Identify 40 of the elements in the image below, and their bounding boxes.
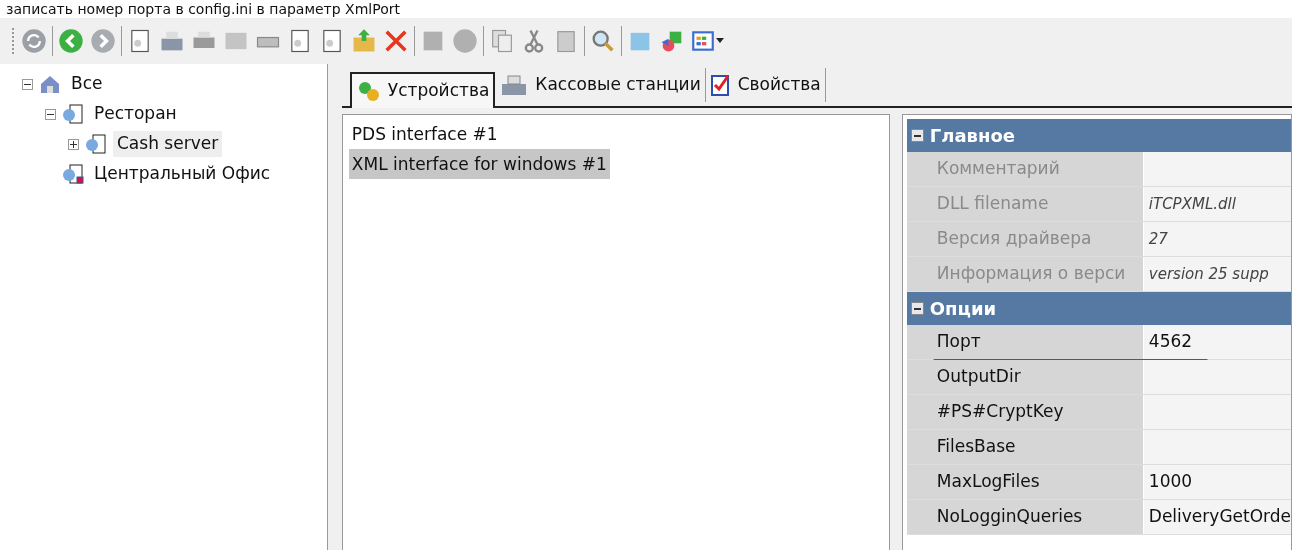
node-icon xyxy=(83,132,109,156)
tree-item[interactable]: Центральный Офис xyxy=(90,161,275,187)
category-title: Опции xyxy=(929,297,997,321)
back-icon[interactable] xyxy=(57,27,85,55)
tab[interactable]: Устройства xyxy=(349,72,496,108)
property-value[interactable]: DeliveryGetOrde xyxy=(1143,500,1291,534)
property-name: FilesBase xyxy=(906,430,1144,464)
checklist-icon xyxy=(709,73,732,97)
collapse-toggle[interactable] xyxy=(910,129,924,142)
category-title: Главное xyxy=(929,124,1015,148)
tree-item[interactable]: Все xyxy=(67,71,107,97)
caption-text: записать номер порта в config.ini в параметр XmlPort xyxy=(5,0,400,18)
property-name: #PS#CryptKey xyxy=(906,395,1144,429)
property-name: Версия драйвера xyxy=(906,222,1144,256)
grid-icon xyxy=(690,28,716,54)
property-name: MaxLogFiles xyxy=(906,465,1144,499)
property-value[interactable]: 1000 xyxy=(1143,465,1291,499)
node-icon xyxy=(60,162,86,186)
property-name: DLL filename xyxy=(906,187,1144,221)
collapse-toggle[interactable] xyxy=(910,302,924,315)
forward-icon[interactable] xyxy=(89,27,117,55)
device-item[interactable]: PDS interface #1 xyxy=(348,119,501,149)
property-name: NoLogginQueries xyxy=(906,500,1144,534)
tree-item[interactable]: Cash server xyxy=(113,131,223,157)
device-item[interactable]: XML interface for windows #1 xyxy=(348,149,610,179)
tree-item[interactable]: Ресторан xyxy=(90,101,181,127)
grid-menu-button[interactable] xyxy=(690,28,724,54)
refresh-icon[interactable] xyxy=(20,27,48,55)
collapse-toggle[interactable] xyxy=(22,78,33,90)
property-name: Информация о верси xyxy=(906,257,1144,291)
property-name: Комментарий xyxy=(906,152,1144,186)
expand-toggle[interactable] xyxy=(68,138,79,150)
property-value[interactable]: 4562 xyxy=(1143,325,1291,359)
tab[interactable]: Кассовые станции xyxy=(495,68,706,102)
tab[interactable]: Свойства xyxy=(705,68,826,102)
node-icon xyxy=(60,102,86,126)
property-name: OutputDir xyxy=(906,360,1144,394)
collapse-toggle[interactable] xyxy=(45,108,56,120)
caret-icon xyxy=(716,38,724,44)
property-name: Порт xyxy=(906,325,1144,359)
